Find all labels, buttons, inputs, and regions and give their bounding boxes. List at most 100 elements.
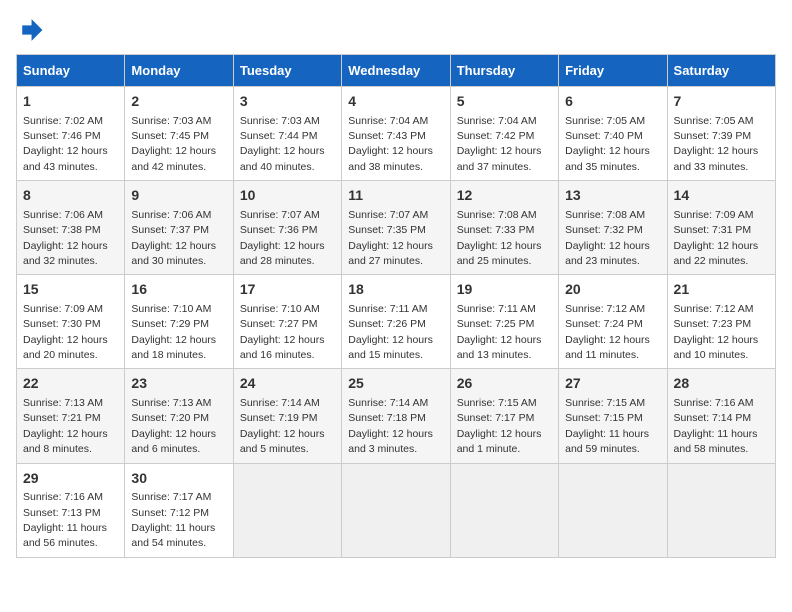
- day-number: 17: [240, 280, 335, 300]
- calendar-cell: 6 Sunrise: 7:05 AMSunset: 7:40 PMDayligh…: [559, 87, 667, 181]
- day-number: 7: [674, 92, 769, 112]
- calendar-cell: 14 Sunrise: 7:09 AMSunset: 7:31 PMDaylig…: [667, 181, 775, 275]
- day-number: 4: [348, 92, 443, 112]
- cell-info: Sunrise: 7:05 AMSunset: 7:39 PMDaylight:…: [674, 115, 759, 173]
- day-number: 18: [348, 280, 443, 300]
- day-number: 13: [565, 186, 660, 206]
- calendar-week-2: 8 Sunrise: 7:06 AMSunset: 7:38 PMDayligh…: [17, 181, 776, 275]
- calendar-cell: 15 Sunrise: 7:09 AMSunset: 7:30 PMDaylig…: [17, 275, 125, 369]
- day-number: 8: [23, 186, 118, 206]
- cell-info: Sunrise: 7:10 AMSunset: 7:29 PMDaylight:…: [131, 303, 216, 361]
- logo: [16, 16, 48, 44]
- calendar-cell: 13 Sunrise: 7:08 AMSunset: 7:32 PMDaylig…: [559, 181, 667, 275]
- col-header-monday: Monday: [125, 55, 233, 87]
- cell-info: Sunrise: 7:07 AMSunset: 7:35 PMDaylight:…: [348, 209, 433, 267]
- calendar-cell: [233, 463, 341, 557]
- calendar-cell: 17 Sunrise: 7:10 AMSunset: 7:27 PMDaylig…: [233, 275, 341, 369]
- cell-info: Sunrise: 7:08 AMSunset: 7:33 PMDaylight:…: [457, 209, 542, 267]
- day-number: 14: [674, 186, 769, 206]
- cell-info: Sunrise: 7:15 AMSunset: 7:17 PMDaylight:…: [457, 397, 542, 455]
- logo-icon: [16, 16, 44, 44]
- day-number: 2: [131, 92, 226, 112]
- calendar-cell: 26 Sunrise: 7:15 AMSunset: 7:17 PMDaylig…: [450, 369, 558, 463]
- cell-info: Sunrise: 7:08 AMSunset: 7:32 PMDaylight:…: [565, 209, 650, 267]
- calendar-cell: 10 Sunrise: 7:07 AMSunset: 7:36 PMDaylig…: [233, 181, 341, 275]
- calendar-week-4: 22 Sunrise: 7:13 AMSunset: 7:21 PMDaylig…: [17, 369, 776, 463]
- calendar-table: SundayMondayTuesdayWednesdayThursdayFrid…: [16, 54, 776, 558]
- calendar-cell: 19 Sunrise: 7:11 AMSunset: 7:25 PMDaylig…: [450, 275, 558, 369]
- col-header-friday: Friday: [559, 55, 667, 87]
- calendar-week-1: 1 Sunrise: 7:02 AMSunset: 7:46 PMDayligh…: [17, 87, 776, 181]
- calendar-cell: 29 Sunrise: 7:16 AMSunset: 7:13 PMDaylig…: [17, 463, 125, 557]
- cell-info: Sunrise: 7:11 AMSunset: 7:25 PMDaylight:…: [457, 303, 542, 361]
- calendar-cell: [667, 463, 775, 557]
- calendar-cell: 2 Sunrise: 7:03 AMSunset: 7:45 PMDayligh…: [125, 87, 233, 181]
- day-number: 23: [131, 374, 226, 394]
- col-header-sunday: Sunday: [17, 55, 125, 87]
- cell-info: Sunrise: 7:03 AMSunset: 7:45 PMDaylight:…: [131, 115, 216, 173]
- cell-info: Sunrise: 7:06 AMSunset: 7:37 PMDaylight:…: [131, 209, 216, 267]
- calendar-cell: 20 Sunrise: 7:12 AMSunset: 7:24 PMDaylig…: [559, 275, 667, 369]
- cell-info: Sunrise: 7:17 AMSunset: 7:12 PMDaylight:…: [131, 491, 215, 549]
- calendar-cell: 28 Sunrise: 7:16 AMSunset: 7:14 PMDaylig…: [667, 369, 775, 463]
- calendar-cell: [450, 463, 558, 557]
- calendar-cell: [559, 463, 667, 557]
- calendar-cell: 12 Sunrise: 7:08 AMSunset: 7:33 PMDaylig…: [450, 181, 558, 275]
- cell-info: Sunrise: 7:10 AMSunset: 7:27 PMDaylight:…: [240, 303, 325, 361]
- calendar-cell: 24 Sunrise: 7:14 AMSunset: 7:19 PMDaylig…: [233, 369, 341, 463]
- calendar-cell: 23 Sunrise: 7:13 AMSunset: 7:20 PMDaylig…: [125, 369, 233, 463]
- cell-info: Sunrise: 7:14 AMSunset: 7:19 PMDaylight:…: [240, 397, 325, 455]
- calendar-cell: 8 Sunrise: 7:06 AMSunset: 7:38 PMDayligh…: [17, 181, 125, 275]
- calendar-cell: [342, 463, 450, 557]
- day-number: 27: [565, 374, 660, 394]
- calendar-cell: 3 Sunrise: 7:03 AMSunset: 7:44 PMDayligh…: [233, 87, 341, 181]
- calendar-cell: 18 Sunrise: 7:11 AMSunset: 7:26 PMDaylig…: [342, 275, 450, 369]
- day-number: 12: [457, 186, 552, 206]
- cell-info: Sunrise: 7:16 AMSunset: 7:14 PMDaylight:…: [674, 397, 758, 455]
- day-number: 11: [348, 186, 443, 206]
- day-number: 15: [23, 280, 118, 300]
- day-number: 6: [565, 92, 660, 112]
- calendar-cell: 5 Sunrise: 7:04 AMSunset: 7:42 PMDayligh…: [450, 87, 558, 181]
- col-header-saturday: Saturday: [667, 55, 775, 87]
- day-number: 25: [348, 374, 443, 394]
- calendar-cell: 30 Sunrise: 7:17 AMSunset: 7:12 PMDaylig…: [125, 463, 233, 557]
- calendar-cell: 1 Sunrise: 7:02 AMSunset: 7:46 PMDayligh…: [17, 87, 125, 181]
- col-header-tuesday: Tuesday: [233, 55, 341, 87]
- cell-info: Sunrise: 7:09 AMSunset: 7:31 PMDaylight:…: [674, 209, 759, 267]
- day-number: 5: [457, 92, 552, 112]
- cell-info: Sunrise: 7:05 AMSunset: 7:40 PMDaylight:…: [565, 115, 650, 173]
- cell-info: Sunrise: 7:16 AMSunset: 7:13 PMDaylight:…: [23, 491, 107, 549]
- cell-info: Sunrise: 7:03 AMSunset: 7:44 PMDaylight:…: [240, 115, 325, 173]
- day-number: 21: [674, 280, 769, 300]
- day-number: 22: [23, 374, 118, 394]
- calendar-cell: 25 Sunrise: 7:14 AMSunset: 7:18 PMDaylig…: [342, 369, 450, 463]
- day-number: 29: [23, 469, 118, 489]
- calendar-cell: 7 Sunrise: 7:05 AMSunset: 7:39 PMDayligh…: [667, 87, 775, 181]
- cell-info: Sunrise: 7:06 AMSunset: 7:38 PMDaylight:…: [23, 209, 108, 267]
- day-number: 9: [131, 186, 226, 206]
- day-number: 30: [131, 469, 226, 489]
- cell-info: Sunrise: 7:04 AMSunset: 7:42 PMDaylight:…: [457, 115, 542, 173]
- calendar-cell: 22 Sunrise: 7:13 AMSunset: 7:21 PMDaylig…: [17, 369, 125, 463]
- calendar-week-5: 29 Sunrise: 7:16 AMSunset: 7:13 PMDaylig…: [17, 463, 776, 557]
- calendar-cell: 4 Sunrise: 7:04 AMSunset: 7:43 PMDayligh…: [342, 87, 450, 181]
- cell-info: Sunrise: 7:13 AMSunset: 7:21 PMDaylight:…: [23, 397, 108, 455]
- calendar-cell: 27 Sunrise: 7:15 AMSunset: 7:15 PMDaylig…: [559, 369, 667, 463]
- calendar-cell: 11 Sunrise: 7:07 AMSunset: 7:35 PMDaylig…: [342, 181, 450, 275]
- cell-info: Sunrise: 7:14 AMSunset: 7:18 PMDaylight:…: [348, 397, 433, 455]
- cell-info: Sunrise: 7:04 AMSunset: 7:43 PMDaylight:…: [348, 115, 433, 173]
- cell-info: Sunrise: 7:11 AMSunset: 7:26 PMDaylight:…: [348, 303, 433, 361]
- day-number: 10: [240, 186, 335, 206]
- day-number: 20: [565, 280, 660, 300]
- day-number: 24: [240, 374, 335, 394]
- header: [16, 16, 776, 44]
- cell-info: Sunrise: 7:13 AMSunset: 7:20 PMDaylight:…: [131, 397, 216, 455]
- calendar-week-3: 15 Sunrise: 7:09 AMSunset: 7:30 PMDaylig…: [17, 275, 776, 369]
- calendar-cell: 9 Sunrise: 7:06 AMSunset: 7:37 PMDayligh…: [125, 181, 233, 275]
- day-number: 3: [240, 92, 335, 112]
- cell-info: Sunrise: 7:02 AMSunset: 7:46 PMDaylight:…: [23, 115, 108, 173]
- cell-info: Sunrise: 7:15 AMSunset: 7:15 PMDaylight:…: [565, 397, 649, 455]
- cell-info: Sunrise: 7:12 AMSunset: 7:23 PMDaylight:…: [674, 303, 759, 361]
- cell-info: Sunrise: 7:09 AMSunset: 7:30 PMDaylight:…: [23, 303, 108, 361]
